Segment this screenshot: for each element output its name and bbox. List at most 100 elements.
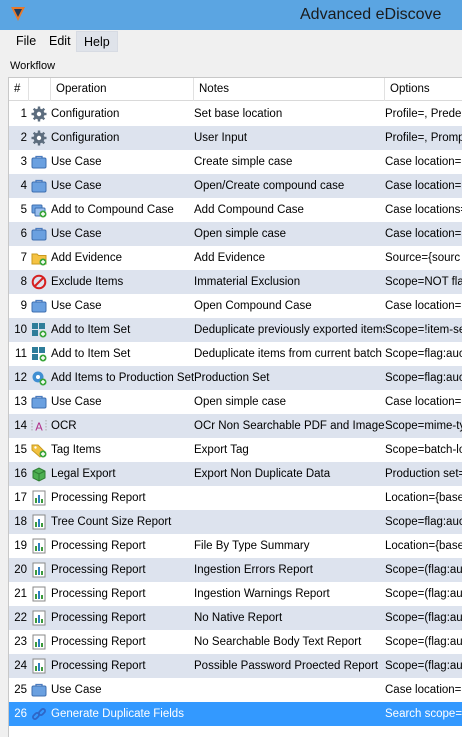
- row-options: Location={base: [385, 540, 462, 552]
- menu-help[interactable]: Help: [76, 31, 118, 52]
- table-row[interactable]: 12 Add Items to Production Set Production …: [9, 366, 462, 390]
- row-notes: Export Tag: [194, 444, 249, 456]
- table-row[interactable]: 14 A OCR OCr Non Searchable PDF and Images S…: [9, 414, 462, 438]
- row-operation: Processing Report: [51, 588, 146, 600]
- table-row[interactable]: 15 Tag Items Export Tag Scope=batch-lo: [9, 438, 462, 462]
- table-row[interactable]: 18 Tree Count Size Report Scope=flag:auc: [9, 510, 462, 534]
- workflow-grid[interactable]: # Operation Notes Options 1 Configuration…: [8, 77, 462, 737]
- row-notes: No Searchable Body Text Report: [194, 636, 362, 648]
- table-row[interactable]: 20 Processing Report Ingestion Errors Repo…: [9, 558, 462, 582]
- row-options: Case location=: [385, 156, 462, 168]
- report-icon: [31, 562, 47, 578]
- table-row[interactable]: 26 Generate Duplicate Fields Search scope=: [9, 702, 462, 726]
- app-logo-icon: [11, 7, 25, 21]
- row-notes: Deduplicate items from current batch: [194, 348, 382, 360]
- row-operation: Use Case: [51, 300, 102, 312]
- column-header-notes[interactable]: Notes: [194, 78, 385, 101]
- table-row[interactable]: 7 Add Evidence Add Evidence Source={sourc: [9, 246, 462, 270]
- row-number: 4: [20, 180, 27, 192]
- row-operation: Use Case: [51, 156, 102, 168]
- case-icon: [31, 154, 47, 170]
- row-options: Scope=NOT fla: [385, 276, 462, 288]
- row-options: Scope=mime-ty: [385, 420, 462, 432]
- row-options: Location={base: [385, 492, 462, 504]
- row-operation: Configuration: [51, 108, 120, 120]
- row-options: Scope=(flag:au: [385, 636, 462, 648]
- table-row[interactable]: 25 Use Case Case location=: [9, 678, 462, 702]
- row-number: 9: [20, 300, 27, 312]
- gear-icon: [31, 130, 47, 146]
- row-options: Search scope=: [385, 708, 462, 720]
- row-number: 1: [20, 108, 27, 120]
- item-set-icon: [31, 322, 47, 338]
- row-operation: Use Case: [51, 396, 102, 408]
- table-row[interactable]: 4 Use Case Open/Create compound case Case l…: [9, 174, 462, 198]
- row-notes: Add Evidence: [194, 252, 265, 264]
- row-operation: Use Case: [51, 228, 102, 240]
- column-header-options[interactable]: Options: [385, 78, 462, 101]
- table-row[interactable]: 11 Add to Item Set Deduplicate items from …: [9, 342, 462, 366]
- row-operation: Processing Report: [51, 540, 146, 552]
- add-evidence-icon: [31, 250, 47, 266]
- table-row[interactable]: 22 Processing Report No Native Report Scope…: [9, 606, 462, 630]
- case-icon: [31, 178, 47, 194]
- report-icon: [31, 538, 47, 554]
- case-icon: [31, 298, 47, 314]
- case-icon: [31, 226, 47, 242]
- column-header-num[interactable]: #: [9, 78, 29, 101]
- table-row[interactable]: 16 Legal Export Export Non Duplicate Data P…: [9, 462, 462, 486]
- row-number: 11: [15, 348, 27, 360]
- column-header-icon[interactable]: [29, 78, 51, 101]
- table-row[interactable]: 17 Processing Report Location={base: [9, 486, 462, 510]
- table-row[interactable]: 13 Use Case Open simple case Case location=: [9, 390, 462, 414]
- workflow-group-label: Workflow: [10, 60, 56, 72]
- table-row[interactable]: 9 Use Case Open Compound Case Case location…: [9, 294, 462, 318]
- case-icon: [31, 394, 47, 410]
- row-operation: Tag Items: [51, 444, 101, 456]
- row-options: Scope=flag:auc: [385, 516, 462, 528]
- table-row[interactable]: 1 Configuration Set base location Profile=,…: [9, 102, 462, 126]
- row-notes: User Input: [194, 132, 248, 144]
- row-operation: OCR: [51, 420, 77, 432]
- menu-bar: File Edit Help: [0, 30, 462, 53]
- row-number: 5: [20, 204, 27, 216]
- row-number: 24: [14, 660, 27, 672]
- table-row[interactable]: 3 Use Case Create simple case Case location…: [9, 150, 462, 174]
- table-row[interactable]: 6 Use Case Open simple case Case location=: [9, 222, 462, 246]
- row-number: 18: [14, 516, 27, 528]
- table-row[interactable]: 5 Add to Compound Case Add Compound Case Ca…: [9, 198, 462, 222]
- row-operation: Legal Export: [51, 468, 116, 480]
- table-row[interactable]: 23 Processing Report No Searchable Body Te…: [9, 630, 462, 654]
- row-notes: Open/Create compound case: [194, 180, 345, 192]
- column-header-operation[interactable]: Operation: [51, 78, 194, 101]
- row-notes: Open simple case: [194, 228, 287, 240]
- row-notes: Set base location: [194, 108, 283, 120]
- row-options: Scope=(flag:au: [385, 588, 462, 600]
- report-icon: [31, 634, 47, 650]
- report-icon: [31, 586, 47, 602]
- row-number: 25: [14, 684, 27, 696]
- row-number: 6: [20, 228, 27, 240]
- menu-file[interactable]: File: [9, 31, 43, 52]
- row-notes: Deduplicate previously exported items: [194, 324, 385, 336]
- row-options: Scope=batch-lo: [385, 444, 462, 456]
- table-row[interactable]: 24 Processing Report Possible Password Pro…: [9, 654, 462, 678]
- row-number: 22: [14, 612, 27, 624]
- menu-edit[interactable]: Edit: [42, 31, 78, 52]
- table-row[interactable]: 2 Configuration User Input Profile=, Promp: [9, 126, 462, 150]
- row-number: 20: [14, 564, 27, 576]
- row-options: Scope=(flag:au: [385, 612, 462, 624]
- legal-export-icon: [31, 466, 47, 482]
- row-options: Scope=flag:auc: [385, 348, 462, 360]
- tag-icon: [31, 442, 47, 458]
- table-row[interactable]: 19 Processing Report File By Type Summary L…: [9, 534, 462, 558]
- table-row[interactable]: 21 Processing Report Ingestion Warnings Re…: [9, 582, 462, 606]
- report-icon: [31, 490, 47, 506]
- table-row[interactable]: 8 Exclude Items Immaterial Exclusion Scope=…: [9, 270, 462, 294]
- row-notes: File By Type Summary: [194, 540, 310, 552]
- row-operation: Configuration: [51, 132, 120, 144]
- table-row[interactable]: 10 Add to Item Set Deduplicate previously …: [9, 318, 462, 342]
- row-options: Case location=: [385, 396, 462, 408]
- row-notes: Open Compound Case: [194, 300, 312, 312]
- report-icon: [31, 658, 47, 674]
